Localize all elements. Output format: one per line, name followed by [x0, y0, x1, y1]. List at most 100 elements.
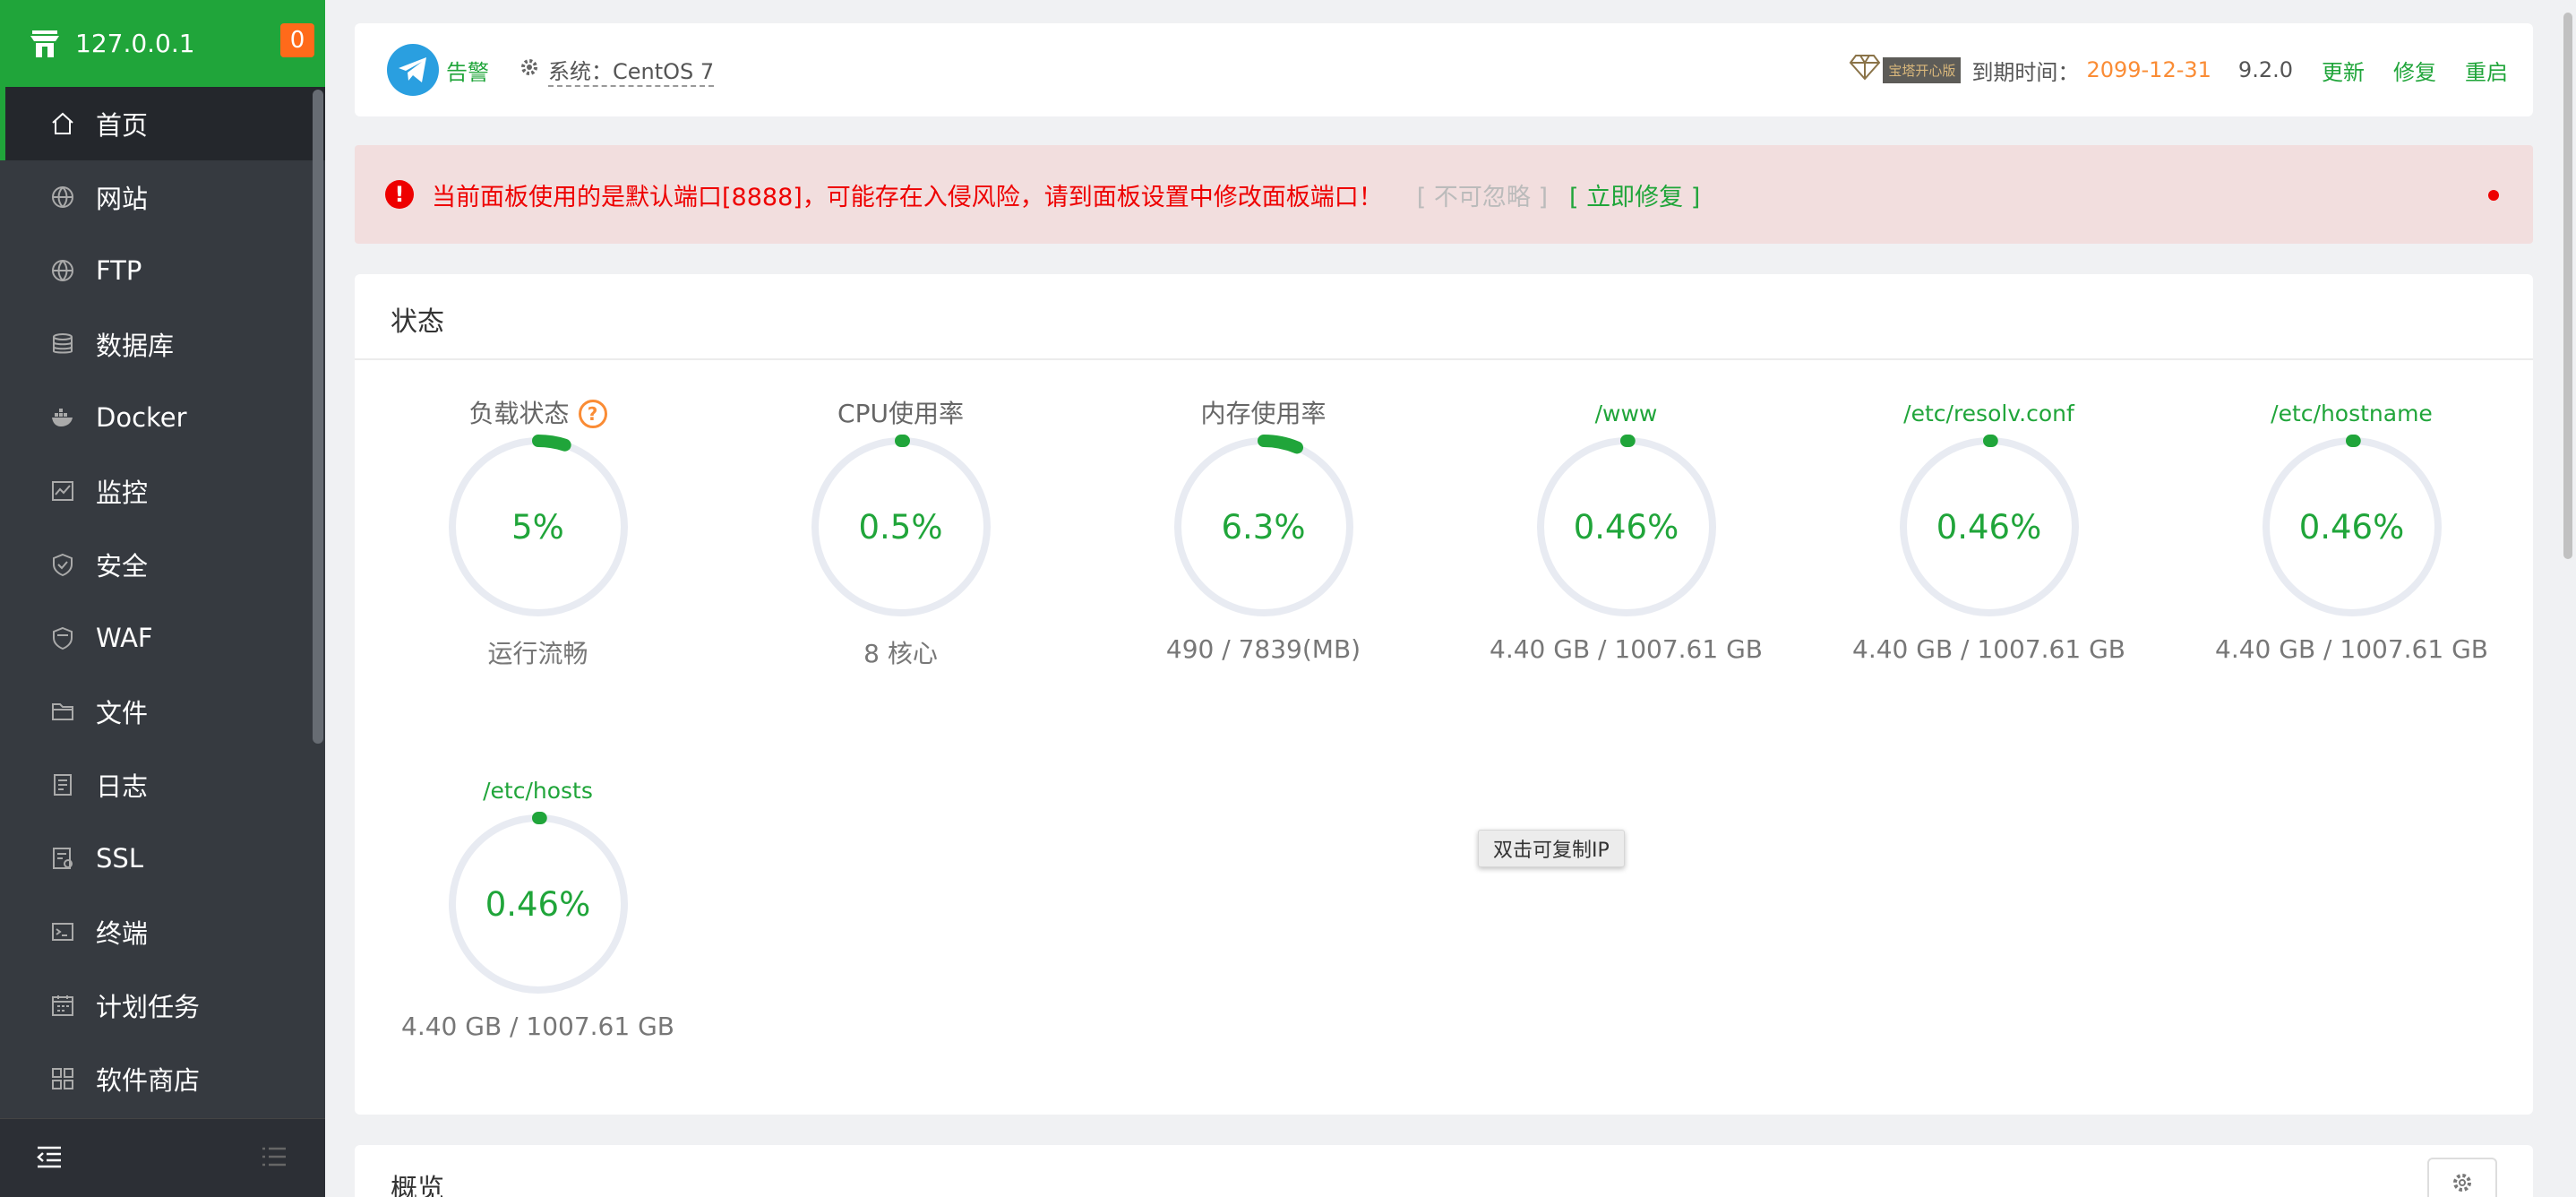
sidebar-item-label: 监控 — [96, 478, 149, 508]
overview-settings-button[interactable] — [2427, 1158, 2497, 1197]
error-icon: ! — [385, 180, 414, 209]
repair-link[interactable]: 修复 — [2393, 55, 2436, 86]
ltd-badge[interactable]: 宝塔开心版 — [1849, 54, 1962, 86]
sidebar-item-cron[interactable]: 计划任务 — [0, 969, 325, 1042]
sidebar-header[interactable]: 127.0.0.1 0 — [0, 0, 325, 87]
sidebar-item-home[interactable]: 首页 — [0, 87, 325, 160]
ssl-icon — [49, 845, 76, 872]
apps-icon — [49, 1065, 76, 1092]
sidebar-item-label: 计划任务 — [96, 992, 201, 1022]
sidebar-item-monitor[interactable]: 监控 — [0, 454, 325, 528]
divider — [355, 358, 2533, 360]
system-info[interactable]: 系统：CentOS 7 — [519, 54, 715, 87]
overview-title: 概览 — [391, 1174, 444, 1197]
home-icon — [49, 110, 76, 137]
monitor-icon — [49, 478, 76, 504]
sidebar-item-label: 安全 — [96, 551, 149, 581]
sidebar-scrollbar[interactable] — [313, 90, 323, 744]
sidebar-item-label: SSL — [96, 843, 143, 874]
sidebar-item-label: 网站 — [96, 184, 149, 214]
sidebar-item-store[interactable]: 软件商店 — [0, 1042, 325, 1115]
sidebar-item-terminal[interactable]: 终端 — [0, 895, 325, 969]
alert-dot-icon — [2488, 190, 2499, 201]
security-alert: ! 当前面板使用的是默认端口[8888]，可能存在入侵风险，请到面板设置中修改面… — [355, 145, 2533, 244]
gauge-value: 5% — [511, 507, 564, 547]
update-link[interactable]: 更新 — [2322, 55, 2365, 86]
gauge-memory[interactable]: 内存使用率 6.3% 490 / 7839(MB) — [1082, 396, 1445, 664]
notification-badge[interactable]: 0 — [280, 23, 314, 57]
gauge-value: 0.5% — [858, 507, 943, 547]
gauge-label: CPU使用率 — [837, 399, 964, 428]
gauge-ring: 0.46% — [1532, 432, 1722, 622]
terminal-icon — [49, 918, 76, 945]
sidebar-item-label: 终端 — [96, 918, 149, 949]
gauge-label: /etc/resolv.conf — [1903, 400, 2074, 426]
top-bar: 告警 系统：CentOS 7 宝塔开心版 到期时间： 2099-12-31 9.… — [355, 23, 2533, 116]
sidebar-item-label: 文件 — [96, 698, 149, 728]
gauge-ring: 5% — [443, 432, 633, 622]
sidebar-item-logs[interactable]: 日志 — [0, 748, 325, 822]
gauge-load[interactable]: 负载状态? 5% 运行流畅 — [356, 396, 719, 670]
gear-icon — [519, 57, 539, 82]
gear-icon — [2451, 1171, 2474, 1197]
gauge-label: 内存使用率 — [1200, 399, 1327, 428]
expire-date[interactable]: 2099-12-31 — [2086, 57, 2211, 82]
telegram-icon[interactable] — [387, 44, 439, 96]
sidebar-item-docker[interactable]: Docker — [0, 381, 325, 454]
gauge-disk-hosts[interactable]: /etc/hosts 0.46% 4.40 GB / 1007.61 GB — [356, 773, 719, 1041]
sidebar-item-label: 首页 — [96, 110, 149, 141]
status-panel: 状态 负载状态? 5% 运行流畅 CPU使用率 0.5% 8 核心 内存使用率 … — [355, 274, 2533, 1115]
gauge-value: 0.46% — [485, 884, 591, 924]
gauge-label: 负载状态 — [468, 399, 570, 428]
sidebar-item-files[interactable]: 文件 — [0, 675, 325, 748]
log-icon — [49, 771, 76, 798]
gauge-subtext: 4.40 GB / 1007.61 GB — [1490, 634, 1763, 664]
database-icon — [49, 331, 76, 357]
system-label: 系统：CentOS 7 — [548, 54, 715, 87]
sidebar-item-ftp[interactable]: FTP — [0, 234, 325, 307]
help-icon[interactable]: ? — [578, 400, 607, 428]
folder-icon — [49, 698, 76, 725]
ftp-globe-icon — [49, 257, 76, 284]
fix-now-link[interactable]: [ 立即修复 ] — [1569, 177, 1700, 212]
status-title: 状态 — [391, 306, 444, 338]
ignore-link: [ 不可忽略 ] — [1416, 183, 1549, 211]
gauge-ring: 0.5% — [806, 432, 996, 622]
calendar-icon — [49, 992, 76, 1019]
collapse-menu-icon[interactable] — [36, 1145, 63, 1172]
gauge-value: 0.46% — [1936, 507, 2042, 547]
gauge-ring: 0.46% — [443, 809, 633, 999]
sidebar-item-label: 数据库 — [96, 331, 175, 361]
gauge-subtext: 4.40 GB / 1007.61 GB — [2215, 634, 2488, 664]
gauge-disk-hostname[interactable]: /etc/hostname 0.46% 4.40 GB / 1007.61 GB — [2170, 396, 2533, 664]
diamond-icon — [1849, 54, 1881, 86]
sidebar-item-label: 软件商店 — [96, 1065, 201, 1096]
alarm-link[interactable]: 告警 — [446, 55, 489, 86]
page-scrollbar[interactable] — [2563, 13, 2572, 559]
host-ip[interactable]: 127.0.0.1 — [75, 29, 195, 58]
gauge-subtext: 490 / 7839(MB) — [1165, 634, 1361, 664]
panel-version: 9.2.0 — [2237, 57, 2293, 82]
gauge-disk-resolv[interactable]: /etc/resolv.conf 0.46% 4.40 GB / 1007.61… — [1807, 396, 2170, 664]
alert-message: 当前面板使用的是默认端口[8888]，可能存在入侵风险，请到面板设置中修改面板端… — [432, 183, 1383, 211]
sidebar-menu: 首页 网站 FTP 数据库 Docker 监控 安全 WAF 文件 日志 SSL… — [0, 87, 325, 1115]
sidebar-footer — [0, 1118, 325, 1197]
sidebar-item-ssl[interactable]: SSL — [0, 822, 325, 895]
gauge-ring: 0.46% — [1894, 432, 2084, 622]
sidebar-item-security[interactable]: 安全 — [0, 528, 325, 601]
sidebar-item-label: Docker — [96, 402, 187, 433]
gauge-cpu[interactable]: CPU使用率 0.5% 8 核心 — [719, 396, 1082, 670]
gauge-value: 0.46% — [1573, 507, 1679, 547]
sidebar-item-label: 日志 — [96, 771, 149, 802]
sidebar-item-waf[interactable]: WAF — [0, 601, 325, 675]
bt-logo-icon — [27, 26, 63, 62]
gauge-disk-www[interactable]: /www 0.46% 4.40 GB / 1007.61 GB — [1445, 396, 1807, 664]
gauge-ring: 6.3% — [1169, 432, 1359, 622]
sidebar-item-website[interactable]: 网站 — [0, 160, 325, 234]
overview-panel: 概览 — [355, 1145, 2533, 1197]
list-menu-icon[interactable] — [261, 1145, 288, 1172]
gauge-subtext: 8 核心 — [863, 639, 938, 668]
restart-link[interactable]: 重启 — [2465, 55, 2508, 86]
docker-icon — [49, 404, 76, 431]
sidebar-item-database[interactable]: 数据库 — [0, 307, 325, 381]
